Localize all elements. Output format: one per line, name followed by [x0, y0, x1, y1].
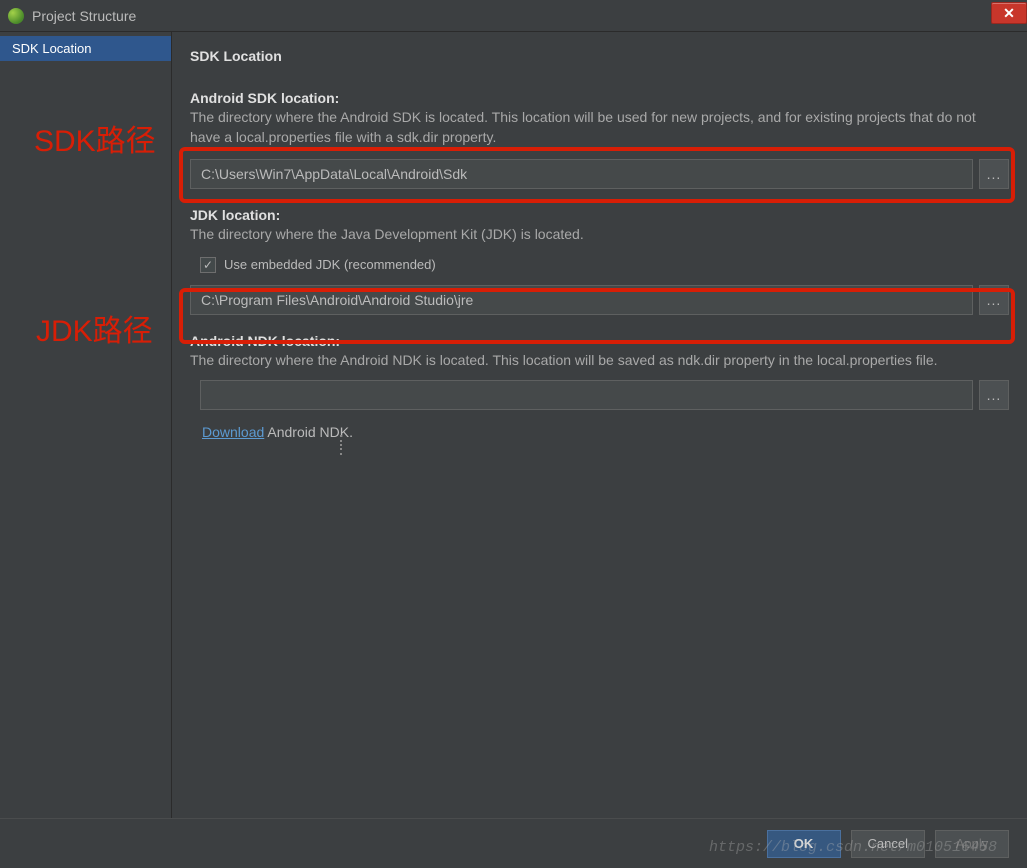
- sidebar-item-sdk-location[interactable]: SDK Location: [0, 36, 171, 61]
- sidebar-item-label: SDK Location: [12, 41, 92, 56]
- jdk-browse-button[interactable]: ...: [979, 285, 1009, 315]
- ok-button[interactable]: OK: [767, 830, 841, 858]
- sdk-section: Android SDK location: The directory wher…: [190, 90, 1009, 189]
- ndk-desc: The directory where the Android NDK is l…: [190, 351, 1009, 371]
- sdk-path-input[interactable]: [190, 159, 973, 189]
- jdk-path-input[interactable]: [190, 285, 973, 315]
- main-panel: SDK Location Android SDK location: The d…: [172, 32, 1027, 818]
- ndk-section: Android NDK location: The directory wher…: [190, 333, 1009, 441]
- cancel-button[interactable]: Cancel: [851, 830, 925, 858]
- jdk-embedded-checkbox[interactable]: ✓: [200, 257, 216, 273]
- jdk-embedded-row[interactable]: ✓ Use embedded JDK (recommended): [200, 257, 1009, 273]
- jdk-embedded-label: Use embedded JDK (recommended): [224, 257, 436, 272]
- titlebar: Project Structure ✕: [0, 0, 1027, 32]
- sidebar: SDK Location: [0, 32, 172, 818]
- ndk-label: Android NDK location:: [190, 333, 1009, 349]
- page-title: SDK Location: [190, 42, 1009, 86]
- dialog-body: SDK Location SDK Location Android SDK lo…: [0, 32, 1027, 818]
- jdk-desc: The directory where the Java Development…: [190, 225, 1009, 245]
- sdk-browse-button[interactable]: ...: [979, 159, 1009, 189]
- app-icon: [8, 8, 24, 24]
- ndk-path-input[interactable]: [200, 380, 973, 410]
- splitter-handle[interactable]: [340, 434, 346, 456]
- sdk-desc: The directory where the Android SDK is l…: [190, 108, 1009, 147]
- jdk-section: JDK location: The directory where the Ja…: [190, 207, 1009, 315]
- jdk-label: JDK location:: [190, 207, 1009, 223]
- window-title: Project Structure: [32, 8, 136, 24]
- close-button[interactable]: ✕: [991, 2, 1027, 24]
- ndk-download-link[interactable]: Download: [202, 424, 264, 440]
- ndk-browse-button[interactable]: ...: [979, 380, 1009, 410]
- close-icon: ✕: [1003, 5, 1015, 22]
- button-bar: OK Cancel Apply: [0, 818, 1027, 868]
- ndk-download-row: Download Android NDK.: [202, 424, 1009, 440]
- apply-button[interactable]: Apply: [935, 830, 1009, 858]
- sdk-label: Android SDK location:: [190, 90, 1009, 106]
